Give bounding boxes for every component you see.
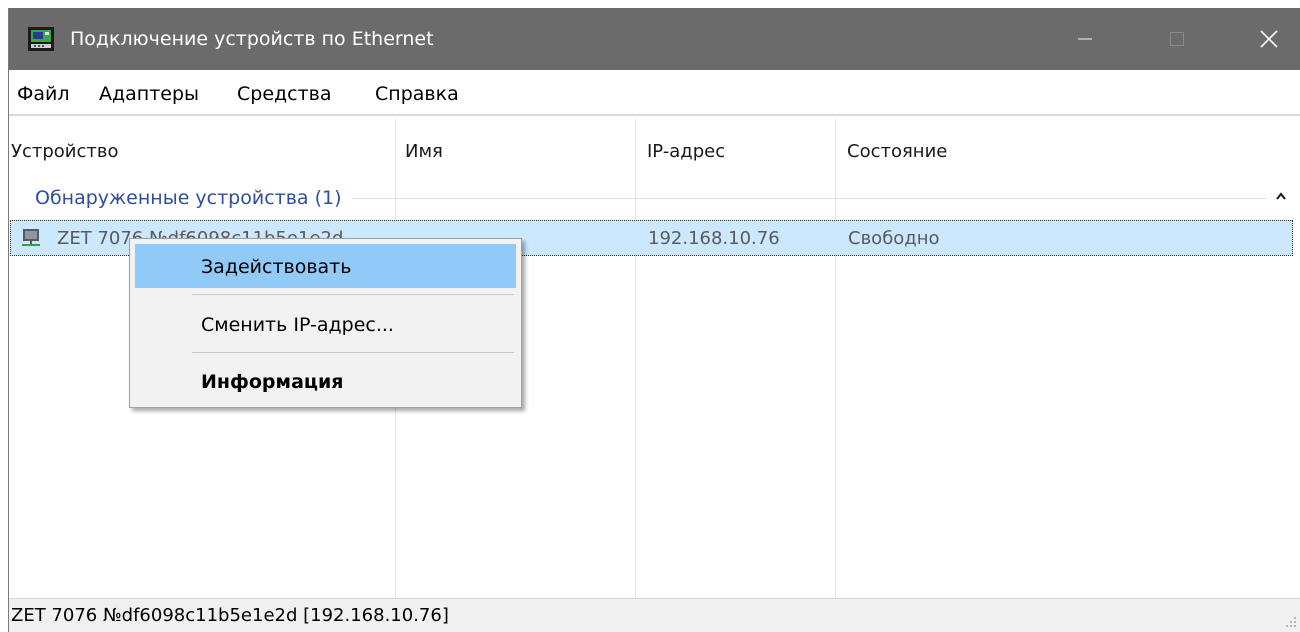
context-menu-label: Информация [201,371,344,393]
menu-adapters[interactable]: Адаптеры [99,82,199,106]
minimize-icon [1078,38,1092,40]
chevron-up-icon[interactable] [1275,190,1287,202]
context-menu-label: Сменить IP-адрес... [201,314,394,336]
context-menu: Задействовать Сменить IP-адрес... Информ… [129,238,522,408]
column-header-label: Имя [405,141,443,162]
context-menu-item-change-ip[interactable]: Сменить IP-адрес... [135,302,516,346]
close-icon [1260,30,1278,48]
minimize-button[interactable] [1055,8,1115,70]
column-header-ip[interactable]: IP-адрес [635,118,835,176]
group-header[interactable]: Обнаруженные устройства (1) [9,176,1300,216]
title-bar[interactable]: Подключение устройств по Ethernet [9,8,1300,70]
menu-separator [192,294,514,295]
group-title: Обнаруженные устройства (1) [35,186,352,210]
column-header-name[interactable]: Имя [395,118,635,176]
menu-file[interactable]: Файл [17,82,70,106]
maximize-icon [1170,32,1184,46]
close-button[interactable] [1239,8,1299,70]
network-device-icon [28,27,54,51]
cell-state: Свободно [848,228,940,249]
column-header-device[interactable]: Устройство [9,118,395,176]
column-header-state[interactable]: Состояние [835,118,1295,176]
menu-separator [192,352,514,353]
window-title: Подключение устройств по Ethernet [70,28,434,50]
context-menu-item-activate[interactable]: Задействовать [135,244,516,288]
menu-help[interactable]: Справка [375,82,459,106]
resize-grip-icon[interactable] [1283,614,1297,628]
column-header-label: IP-адрес [647,141,726,162]
context-menu-item-info[interactable]: Информация [135,359,516,403]
network-device-icon [22,229,40,246]
status-text: ZET 7076 №df6098c11b5e1e2d [192.168.10.7… [11,605,449,626]
maximize-button[interactable] [1147,8,1207,70]
menu-tools[interactable]: Средства [237,82,332,106]
column-header-label: Состояние [847,141,948,162]
context-menu-label: Задействовать [201,256,352,278]
cell-ip: 192.168.10.76 [648,228,780,249]
main-window: Подключение устройств по Ethernet Файл А… [8,8,1300,632]
column-header-label: Устройство [11,141,119,162]
menu-bar: Файл Адаптеры Средства Справка [9,70,1300,116]
status-bar: ZET 7076 №df6098c11b5e1e2d [192.168.10.7… [9,598,1300,632]
